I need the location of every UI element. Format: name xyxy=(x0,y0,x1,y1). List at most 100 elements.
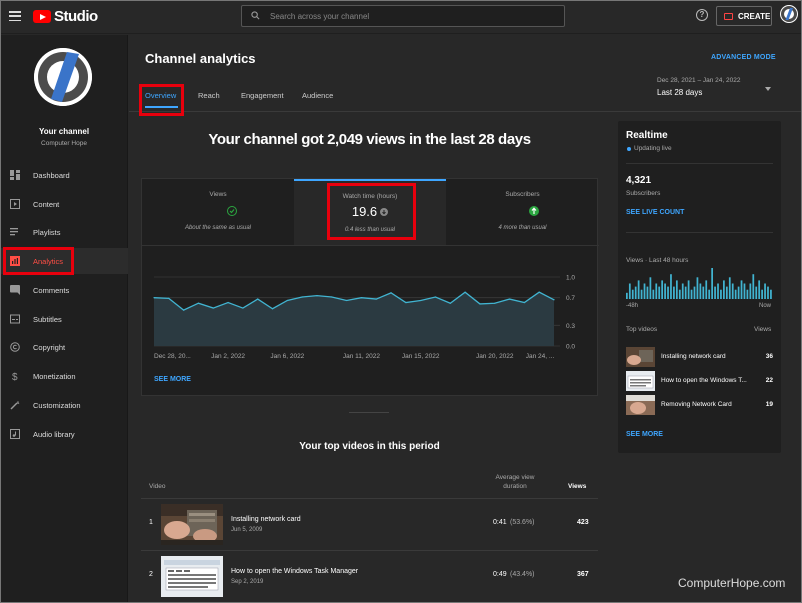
views-bar[interactable] xyxy=(640,289,643,299)
data-point[interactable] xyxy=(242,307,244,309)
search-box[interactable] xyxy=(241,5,565,27)
sidebar-item-monetization[interactable]: $ Monetization xyxy=(0,363,128,389)
see-more-link[interactable]: SEE MORE xyxy=(154,376,191,383)
views-bar[interactable] xyxy=(649,277,652,299)
data-point[interactable] xyxy=(449,302,451,304)
views-bar[interactable] xyxy=(693,286,696,299)
views-bar[interactable] xyxy=(728,277,731,299)
date-range-selector[interactable]: Last 28 days xyxy=(657,88,702,97)
views-bar[interactable] xyxy=(658,286,661,299)
tab-audience[interactable]: Audience xyxy=(302,91,333,100)
views-bar[interactable] xyxy=(637,280,640,299)
caret-down-icon[interactable] xyxy=(765,87,771,91)
data-point[interactable] xyxy=(301,296,303,298)
views-bar[interactable] xyxy=(631,289,634,299)
views-bar[interactable] xyxy=(755,286,758,299)
realtime-video-item[interactable]: Installing network card 36 xyxy=(626,347,773,367)
views-bar[interactable] xyxy=(664,283,666,300)
search-input[interactable] xyxy=(270,9,550,23)
views-bar[interactable] xyxy=(675,280,678,299)
views-bar[interactable] xyxy=(746,289,749,299)
data-point[interactable] xyxy=(405,301,407,304)
views-bar[interactable] xyxy=(770,289,772,299)
youtube-studio-logo[interactable]: Studio xyxy=(33,8,98,25)
views-bar[interactable] xyxy=(681,283,684,300)
views-bar[interactable] xyxy=(673,286,675,299)
help-icon[interactable]: ? xyxy=(696,9,708,21)
data-point[interactable] xyxy=(479,303,481,305)
views-bar[interactable] xyxy=(646,286,649,299)
views-bar[interactable] xyxy=(628,283,631,300)
see-live-count-link[interactable]: SEE LIVE COUNT xyxy=(626,209,684,216)
video-thumbnail[interactable] xyxy=(161,504,223,545)
views-bar[interactable] xyxy=(723,280,725,299)
metric-views[interactable]: Views About the same as usual xyxy=(142,179,294,245)
sidebar-item-customization[interactable]: Customization xyxy=(0,392,128,418)
column-header-views[interactable]: Views xyxy=(568,483,586,490)
sidebar-item-playlists[interactable]: Playlists xyxy=(0,219,128,245)
data-point[interactable] xyxy=(183,309,185,311)
data-point[interactable] xyxy=(523,301,525,304)
views-bar[interactable] xyxy=(717,283,719,300)
views-bar[interactable] xyxy=(684,286,687,299)
views-bar[interactable] xyxy=(734,289,737,299)
views-bar[interactable] xyxy=(667,286,669,299)
create-button[interactable]: CREATE xyxy=(716,6,772,26)
video-thumbnail[interactable] xyxy=(161,556,223,597)
views-bar[interactable] xyxy=(758,280,761,299)
tab-reach[interactable]: Reach xyxy=(198,91,220,100)
views-bar[interactable] xyxy=(634,286,637,299)
views-bar[interactable] xyxy=(652,289,655,299)
metric-subscribers[interactable]: Subscribers 4 more than usual xyxy=(446,179,599,245)
views-bar[interactable] xyxy=(699,283,702,300)
data-point[interactable] xyxy=(168,297,170,299)
data-point[interactable] xyxy=(271,308,274,310)
table-row[interactable]: 1 Installing network card Jun 5, 2009 0:… xyxy=(141,500,598,550)
data-point[interactable] xyxy=(153,297,155,299)
views-bar[interactable] xyxy=(696,277,699,299)
channel-name[interactable]: Your channel xyxy=(0,127,128,136)
data-point[interactable] xyxy=(434,296,437,298)
data-point[interactable] xyxy=(360,297,363,299)
views-bar[interactable] xyxy=(720,289,722,299)
views-bar[interactable] xyxy=(714,286,716,299)
data-point[interactable] xyxy=(464,291,466,293)
views-bar[interactable] xyxy=(643,283,646,300)
column-header-avg-duration[interactable]: Average view duration xyxy=(485,473,545,491)
views-bar[interactable] xyxy=(687,280,690,299)
views-bar[interactable] xyxy=(743,283,746,300)
views-bar[interactable] xyxy=(767,286,769,299)
views-bar[interactable] xyxy=(737,286,740,299)
channel-avatar[interactable] xyxy=(34,48,92,106)
data-point[interactable] xyxy=(286,299,288,302)
views-bar[interactable] xyxy=(752,274,755,299)
data-point[interactable] xyxy=(257,298,259,300)
data-point[interactable] xyxy=(212,307,214,309)
sidebar-item-audio-library[interactable]: Audio library xyxy=(0,421,128,447)
views-bar[interactable] xyxy=(655,283,658,300)
views-bar[interactable] xyxy=(626,292,628,299)
data-point[interactable] xyxy=(331,296,333,298)
data-point[interactable] xyxy=(227,301,229,304)
data-point[interactable] xyxy=(420,299,422,302)
data-point[interactable] xyxy=(508,298,511,300)
views-bar[interactable] xyxy=(702,286,705,299)
data-point[interactable] xyxy=(390,292,392,294)
views-bar[interactable] xyxy=(749,283,752,300)
account-avatar[interactable] xyxy=(780,5,798,23)
realtime-video-item[interactable]: How to open the Windows T... 22 xyxy=(626,371,773,391)
sidebar-item-dashboard[interactable]: Dashboard xyxy=(0,162,128,188)
data-point[interactable] xyxy=(538,291,540,293)
views-bar[interactable] xyxy=(725,286,728,299)
advanced-mode-button[interactable]: ADVANCED MODE xyxy=(711,54,776,61)
views-bar[interactable] xyxy=(670,274,672,299)
data-point[interactable] xyxy=(375,298,377,300)
tab-engagement[interactable]: Engagement xyxy=(241,91,284,100)
views-bar[interactable] xyxy=(690,289,693,299)
video-title[interactable]: How to open the Windows Task Manager xyxy=(231,568,358,575)
data-point[interactable] xyxy=(345,299,348,302)
data-point[interactable] xyxy=(316,295,318,297)
views-bar[interactable] xyxy=(661,280,664,299)
views-bar[interactable] xyxy=(731,283,734,300)
views-bar[interactable] xyxy=(705,280,708,299)
